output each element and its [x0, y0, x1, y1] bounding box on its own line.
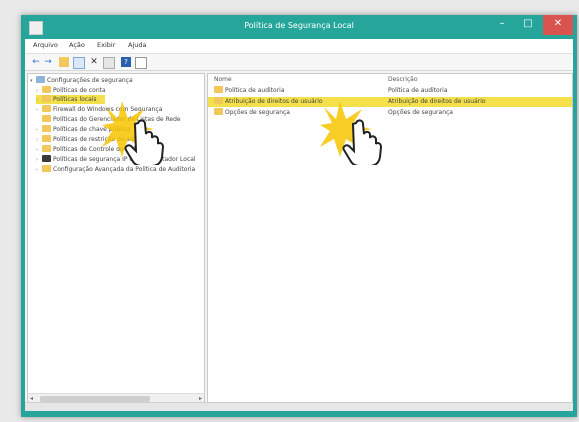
- up-folder-icon[interactable]: [59, 57, 69, 67]
- folder-icon: [42, 135, 51, 142]
- forward-icon[interactable]: →: [43, 57, 53, 67]
- column-description-header[interactable]: Descrição: [388, 76, 418, 83]
- scroll-left-icon[interactable]: ◂: [30, 395, 33, 402]
- tree-item[interactable]: › Políticas de conta: [36, 86, 106, 95]
- click-hand-icon: [102, 101, 165, 165]
- folder-icon: [42, 86, 51, 93]
- menu-acao[interactable]: Ação: [69, 41, 85, 49]
- properties-icon[interactable]: [135, 57, 147, 69]
- title-bar[interactable]: Política de Segurança Local – □ ✕: [21, 15, 577, 39]
- tree-item-root[interactable]: ▾ Configurações de segurança: [30, 76, 133, 85]
- folder-icon: [42, 105, 51, 112]
- folder-icon: [42, 165, 51, 172]
- folder-icon: [42, 115, 51, 122]
- folder-icon: [42, 145, 51, 152]
- menu-bar: Arquivo Ação Exibir Ajuda: [25, 39, 573, 54]
- menu-arquivo[interactable]: Arquivo: [33, 41, 58, 49]
- status-bar: [25, 402, 573, 411]
- ip-security-icon: [42, 155, 51, 162]
- main-window: Política de Segurança Local – □ ✕ Arquiv…: [21, 15, 577, 417]
- back-icon[interactable]: ←: [31, 57, 41, 67]
- menu-ajuda[interactable]: Ajuda: [128, 41, 146, 49]
- tree-item[interactable]: › Configuração Avançada da Política de Au…: [36, 165, 195, 174]
- maximize-button[interactable]: □: [515, 15, 541, 35]
- tree-item-selected[interactable]: › Políticas locais: [36, 95, 105, 104]
- folder-icon: [214, 86, 223, 93]
- row-description: Atribuição de direitos de usuário: [388, 98, 486, 105]
- toolbar: ← → ✕ ?: [25, 54, 573, 71]
- folder-icon: [42, 125, 51, 132]
- list-header: Nome Descrição: [208, 74, 572, 84]
- show-hide-tree-icon[interactable]: [73, 57, 85, 69]
- folder-icon: [42, 95, 51, 102]
- column-name-header[interactable]: Nome: [214, 76, 232, 83]
- row-name: Opções de segurança: [214, 108, 290, 118]
- row-name: Política de auditoria: [214, 86, 285, 96]
- security-icon: [36, 76, 45, 83]
- menu-exibir[interactable]: Exibir: [97, 41, 115, 49]
- scroll-right-icon[interactable]: ▸: [199, 395, 202, 402]
- help-icon[interactable]: ?: [121, 57, 131, 67]
- row-name: Atribuição de direitos de usuário: [214, 97, 323, 107]
- folder-icon: [214, 108, 223, 115]
- delete-icon[interactable]: ✕: [89, 57, 99, 67]
- click-hand-icon: [320, 101, 383, 165]
- close-button[interactable]: ✕: [543, 15, 573, 35]
- folder-icon: [214, 97, 223, 104]
- minimize-button[interactable]: –: [489, 15, 515, 35]
- export-icon[interactable]: [103, 57, 115, 69]
